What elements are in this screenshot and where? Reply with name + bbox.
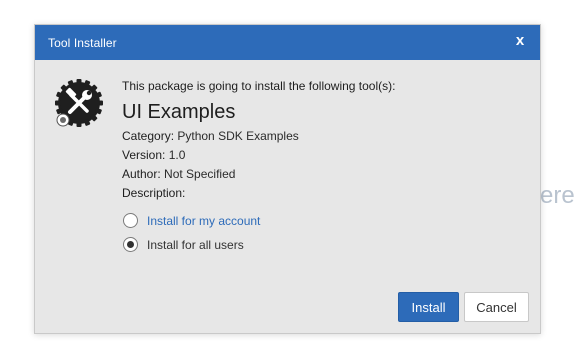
install-button[interactable]: Install (398, 292, 459, 322)
description-row: Description: (122, 184, 530, 203)
close-icon[interactable]: x (512, 33, 528, 49)
install-for-all-users-label[interactable]: Install for all users (147, 238, 244, 252)
category-row: Category: Python SDK Examples (122, 127, 530, 146)
tool-installer-dialog: Tool Installer x This package is going t… (34, 24, 541, 334)
dialog-title: Tool Installer (48, 36, 117, 50)
install-for-all-users-radio[interactable]: Install for all users (123, 233, 260, 257)
author-value: Not Specified (164, 167, 236, 181)
package-details: This package is going to install the fol… (122, 79, 530, 203)
radio-unchecked-icon[interactable] (123, 213, 138, 228)
author-row: Author: Not Specified (122, 165, 530, 184)
version-value: 1.0 (168, 148, 186, 162)
intro-text: This package is going to install the fol… (122, 79, 396, 93)
dialog-titlebar: Tool Installer x (35, 25, 540, 60)
version-row: Version: 1.0 (122, 146, 530, 165)
install-scope-radio-group: Install for my account Install for all u… (123, 209, 260, 257)
radio-checked-icon[interactable] (123, 237, 138, 252)
author-label: Author: (122, 167, 161, 181)
cancel-button[interactable]: Cancel (464, 292, 529, 322)
category-label: Category: (122, 129, 175, 143)
install-for-my-account-label[interactable]: Install for my account (147, 214, 260, 228)
install-for-my-account-radio[interactable]: Install for my account (123, 209, 260, 233)
category-value: Python SDK Examples (177, 129, 299, 143)
background-text-fragment: ere (540, 182, 575, 209)
description-label: Description: (122, 186, 186, 200)
package-name: UI Examples (122, 101, 236, 123)
version-label: Version: (122, 148, 166, 162)
tools-wrench-hammer-icon (55, 79, 103, 127)
